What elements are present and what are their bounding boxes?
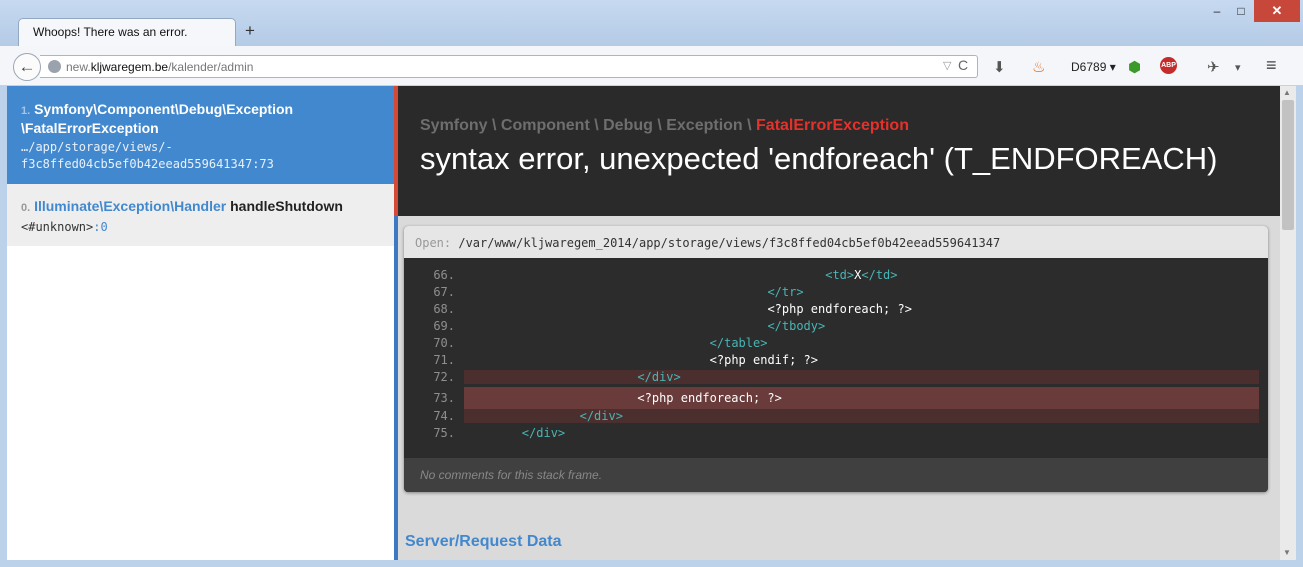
code-line: 75. </div> [404,426,1268,443]
frame-method: handleShutdown [230,198,343,214]
code-line-error: 73. <?php endforeach; ?> [404,387,1268,409]
code-line: 74. </div> [404,409,1268,426]
code-line: 70. </table> [404,336,1268,353]
frame-file: <#unknown>:0 [21,220,108,234]
open-file-path[interactable]: /var/www/kljwaregem_2014/app/storage/vie… [458,236,1000,250]
navigation-toolbar: new.kljwaregem.be/kalender/admin ▽ C ← ⬇… [0,46,1303,86]
details-panel: Symfony \ Component \ Debug \ Exception … [398,86,1280,560]
line-source: </table> [709,336,768,350]
exception-message: syntax error, unexpected 'endforeach' (T… [420,141,1218,176]
frame-class: 1. Symfony\Component\Debug\Exception [21,101,294,117]
bug-icon[interactable]: ✈ [1207,58,1220,76]
stack-frame[interactable]: 0. Illuminate\Exception\Handler handleSh… [7,184,394,246]
line-number: 70. [433,336,455,350]
frame-class-line2: \FatalErrorException [21,120,159,136]
line-number: 67. [433,285,455,299]
line-number: 72. [433,370,455,384]
open-label: Open: [415,236,452,250]
back-button[interactable]: ← [13,53,41,81]
frame-class: 0. Illuminate\Exception\Handler handleSh… [21,198,343,214]
line-number: 68. [433,302,455,316]
scrollbar[interactable]: ▲ ▼ [1280,86,1296,560]
line-source: </div> [464,409,1259,423]
line-number: 74. [433,409,455,423]
minimize-button[interactable]: – [1205,0,1229,22]
url-history-dropdown-icon[interactable]: ▽ [943,59,951,72]
line-source: </div> [464,370,1259,384]
code-line: 69. </tbody> [404,319,1268,336]
line-source: <?php endforeach; ?> [464,387,1259,409]
address-bar[interactable]: new.kljwaregem.be/kalender/admin ▽ C [40,55,978,78]
line-source: </tbody> [767,319,826,333]
code-line: 72. </div> [404,370,1268,387]
maximize-button[interactable]: □ [1229,0,1253,22]
exception-class: Symfony \ Component \ Debug \ Exception … [420,117,909,134]
globe-icon [48,60,61,73]
line-number: 75. [433,426,455,440]
extension-icon[interactable]: ♨ [1032,58,1045,76]
close-window-button[interactable]: ✕ [1254,0,1300,22]
url-text[interactable]: new.kljwaregem.be/kalender/admin [66,60,253,74]
adblock-icon[interactable]: ABP [1160,57,1177,74]
profile-dropdown[interactable]: D6789 ▾ [1071,60,1116,74]
stack-frame-active[interactable]: 1. Symfony\Component\Debug\Exception \Fa… [7,86,394,184]
line-source: <td>X</td> [825,268,898,282]
open-file-bar[interactable]: Open: /var/www/kljwaregem_2014/app/stora… [404,226,1268,258]
scroll-down-icon[interactable]: ▼ [1283,548,1291,557]
code-line: 68. <?php endforeach; ?> [404,302,1268,319]
new-tab-button[interactable]: + [241,21,259,41]
line-source: <?php endforeach; ?> [767,302,912,316]
frame-comments: No comments for this stack frame. [404,458,1268,492]
scrollbar-thumb[interactable] [1282,100,1294,230]
green-extension-icon[interactable]: ⬢ [1128,58,1141,76]
reload-icon[interactable]: C [958,57,968,73]
line-number: 66. [433,268,455,282]
code-snippet: 66. <td>X</td> 67. </tr> 68. <?php endfore… [404,258,1268,458]
frame-index: 1. [21,105,31,117]
code-line: 67. </tr> [404,285,1268,302]
line-source: <?php endif; ?> [709,353,819,367]
title-bar: Whoops! There was an error. + – □ ✕ [0,0,1303,46]
code-line: 71. <?php endif; ?> [404,353,1268,370]
download-icon[interactable]: ⬇ [993,58,1006,76]
exception-header: Symfony \ Component \ Debug \ Exception … [398,86,1280,216]
server-request-heading: Server/Request Data [405,533,562,550]
stack-frames-panel: 1. Symfony\Component\Debug\Exception \Fa… [7,86,394,560]
line-source: </div> [521,426,566,440]
scroll-up-icon[interactable]: ▲ [1283,88,1291,97]
line-number: 73. [433,391,455,405]
line-source: </tr> [767,285,804,299]
frame-file: …/app/storage/views/- f3c8ffed04cb5ef0b4… [21,140,274,171]
chevron-down-icon[interactable]: ▾ [1235,61,1241,74]
line-number: 69. [433,319,455,333]
browser-tab[interactable]: Whoops! There was an error. [18,18,236,46]
frame-index: 0. [21,202,31,214]
menu-icon[interactable]: ≡ [1266,55,1277,76]
code-frame: Open: /var/www/kljwaregem_2014/app/stora… [404,226,1268,492]
code-line: 66. <td>X</td> [404,268,1268,285]
tab-title: Whoops! There was an error. [33,25,188,39]
line-number: 71. [433,353,455,367]
